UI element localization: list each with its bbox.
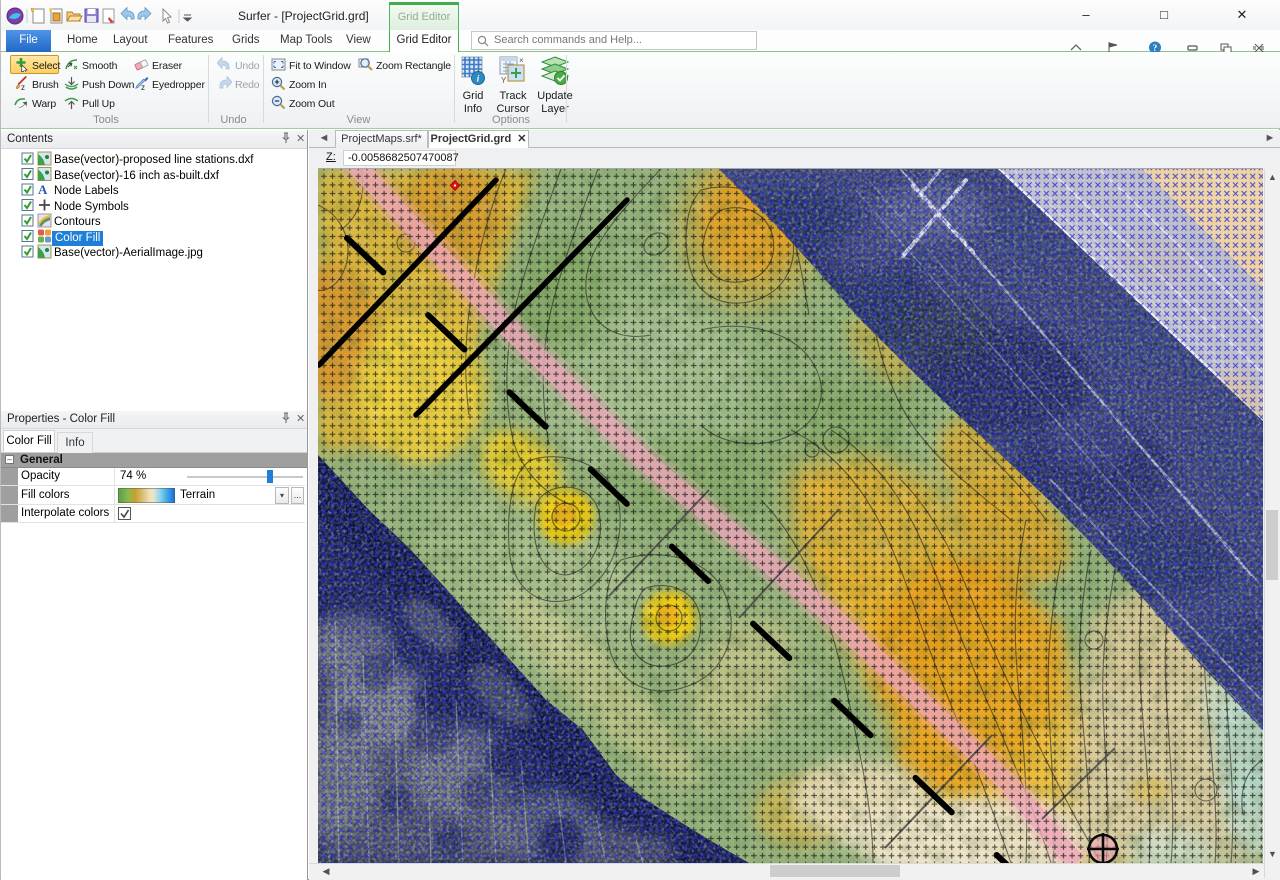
svg-text:Y: Y	[501, 76, 507, 85]
svg-text:z: z	[21, 83, 25, 91]
svg-text:A: A	[38, 182, 48, 197]
svg-text:z: z	[141, 83, 145, 91]
svg-text:×: ×	[519, 56, 524, 65]
